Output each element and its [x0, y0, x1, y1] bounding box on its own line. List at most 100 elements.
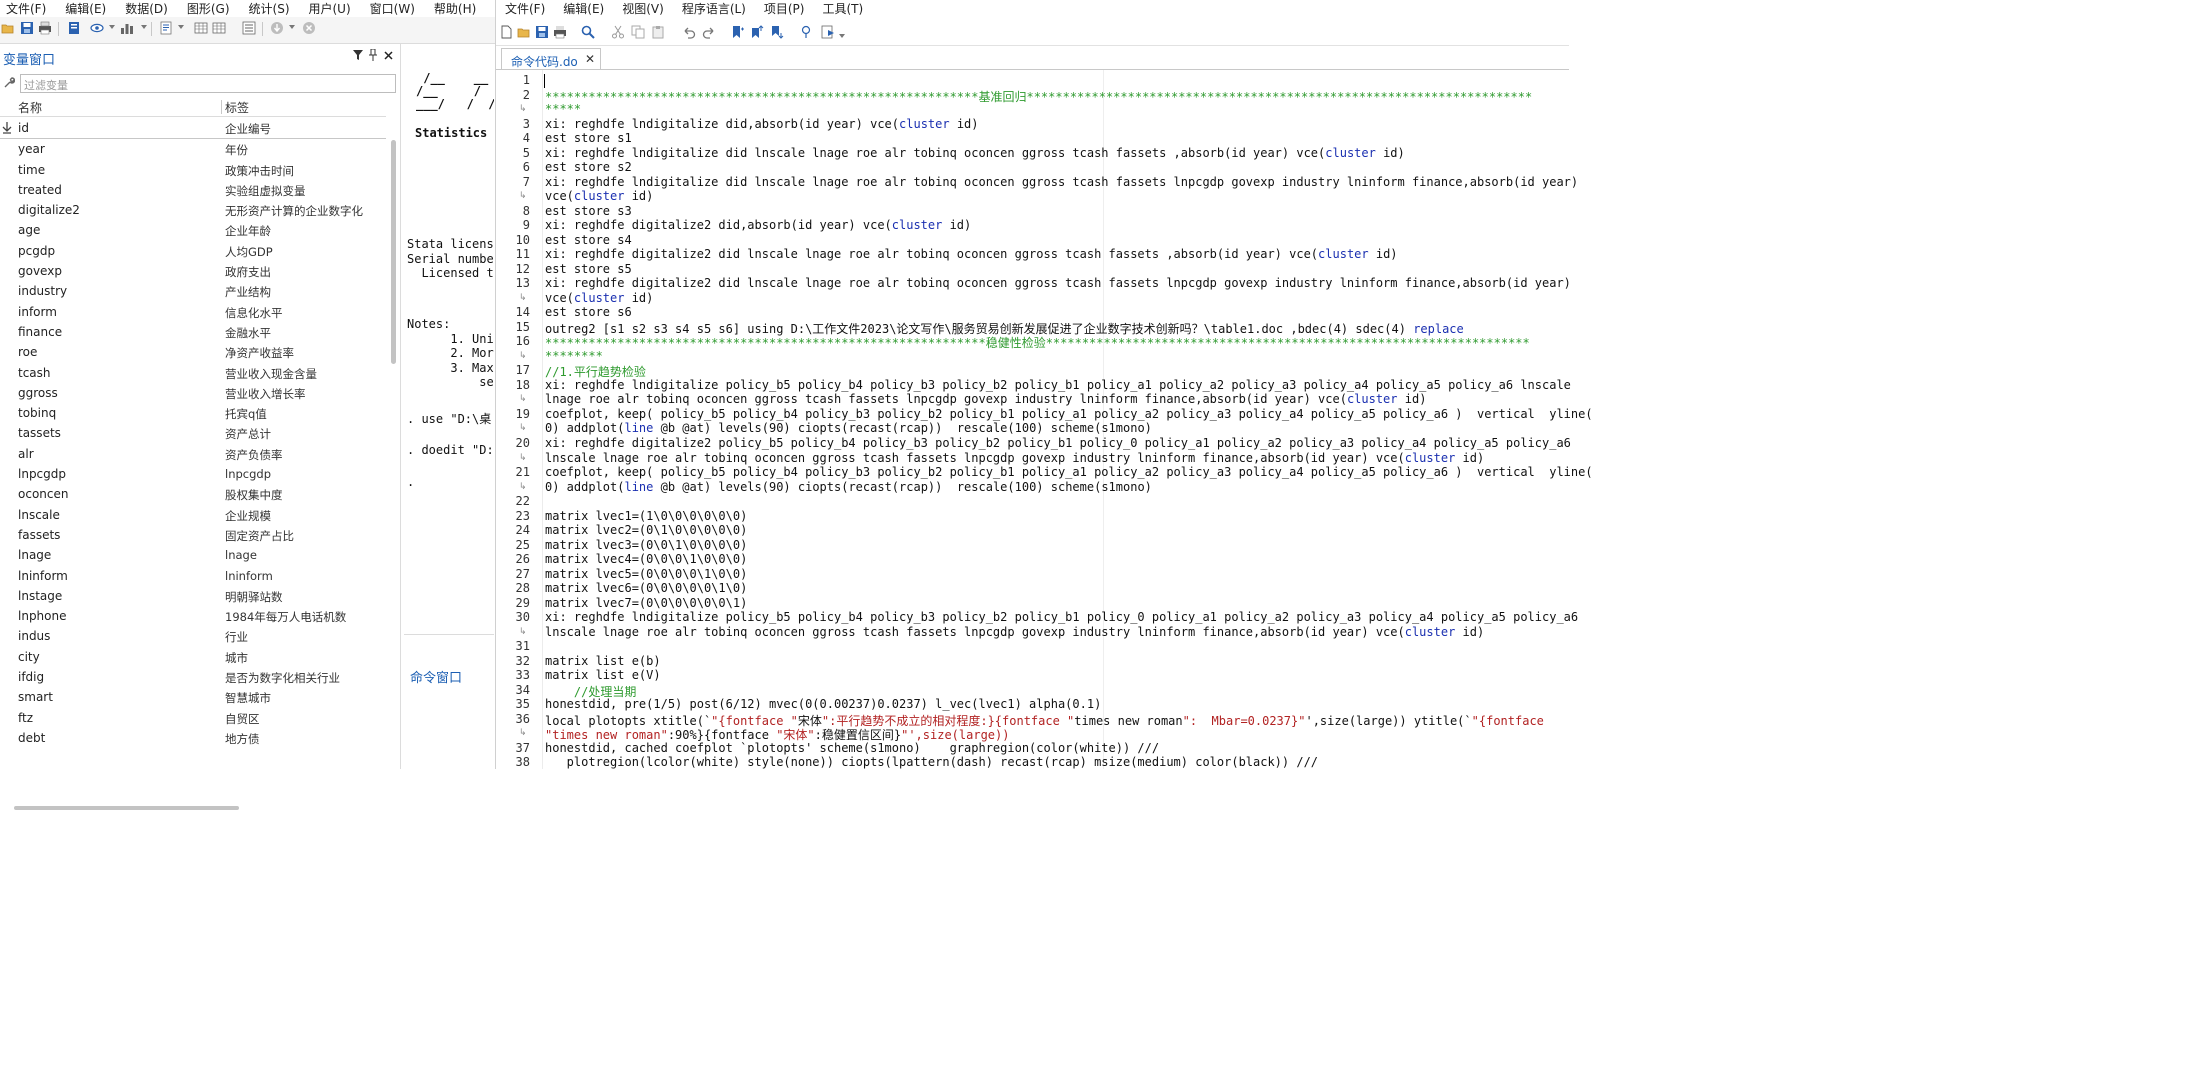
- variable-row[interactable]: pcgdp 人均GDP: [0, 241, 386, 261]
- variable-row[interactable]: treated 实验组虚拟变量: [0, 180, 386, 200]
- variable-row[interactable]: finance 金融水平: [0, 322, 386, 342]
- stata-menu-4[interactable]: 统计(S): [249, 0, 290, 17]
- code-line: xi: reghdfe digitalize2 did,absorb(id ye…: [545, 218, 972, 233]
- close-icon[interactable]: [384, 51, 393, 60]
- more-icon[interactable]: [270, 21, 284, 35]
- code-line: xi: reghdfe lndigitalize did lnscale lna…: [545, 145, 1405, 160]
- variable-row[interactable]: inform 信息化水平: [0, 302, 386, 322]
- execute-do-icon[interactable]: [821, 25, 835, 39]
- command-window-title[interactable]: 命令窗口: [410, 667, 462, 686]
- editor-menu-5[interactable]: 工具(T): [822, 0, 863, 17]
- stata-menu-0[interactable]: 文件(F): [6, 0, 46, 17]
- next-bookmark-icon[interactable]: [770, 25, 784, 39]
- variable-row[interactable]: lnstage 明朝驿站数: [0, 586, 386, 606]
- variable-row[interactable]: tcash 营业收入现金含量: [0, 363, 386, 383]
- variable-row[interactable]: digitalize2 无形资产计算的企业数字化: [0, 200, 386, 220]
- code-line: xi: reghdfe digitalize2 policy_b5 policy…: [545, 436, 1571, 450]
- editor-menu-0[interactable]: 文件(F): [505, 0, 545, 17]
- wrap-marker-icon: ↳: [519, 191, 527, 202]
- open-folder-icon[interactable]: [1, 21, 15, 35]
- variable-row[interactable]: industry 产业结构: [0, 281, 386, 301]
- stata-menu-6[interactable]: 窗口(W): [370, 0, 415, 17]
- editor-menu-4[interactable]: 项目(P): [764, 0, 805, 17]
- variable-row[interactable]: lnphone 1984年每万人电话机数: [0, 606, 386, 626]
- pin-icon[interactable]: [369, 49, 377, 61]
- code-line: matrix lvec2=(0\1\0\0\0\0\0): [545, 523, 748, 538]
- variable-row[interactable]: time 政策冲击时间: [0, 160, 386, 180]
- variable-row[interactable]: lninform lninform: [0, 566, 386, 586]
- viewer-icon[interactable]: [90, 21, 104, 35]
- data-browser-icon[interactable]: [212, 21, 226, 35]
- stata-menu-1[interactable]: 编辑(E): [65, 0, 106, 17]
- variable-row[interactable]: indus 行业: [0, 626, 386, 646]
- variable-row[interactable]: debt 地方债: [0, 728, 386, 748]
- variable-row[interactable]: id 企业编号: [0, 118, 386, 140]
- variable-row[interactable]: fassets 固定资产占比: [0, 525, 386, 545]
- editor-menu-3[interactable]: 程序语言(L): [682, 0, 746, 17]
- do-file-editor-icon[interactable]: [159, 21, 173, 35]
- variable-row[interactable]: year 年份: [0, 139, 386, 159]
- variable-label: 资产总计: [225, 427, 271, 442]
- editor-menu-2[interactable]: 视图(V): [622, 0, 664, 17]
- variable-row[interactable]: age 企业年龄: [0, 220, 386, 240]
- variable-row[interactable]: tobinq 托宾q值: [0, 403, 386, 423]
- variable-label: 智慧城市: [225, 691, 271, 706]
- show-file-in-viewer-icon[interactable]: [799, 25, 813, 39]
- stata-menu-3[interactable]: 图形(G): [187, 0, 230, 17]
- variable-row[interactable]: ifdig 是否为数字化相关行业: [0, 667, 386, 687]
- print-icon[interactable]: [38, 21, 52, 35]
- variable-row[interactable]: alr 资产负债率: [0, 444, 386, 464]
- paste-icon[interactable]: [651, 25, 665, 39]
- variable-name: lnscale: [18, 507, 60, 522]
- undo-icon[interactable]: [682, 25, 696, 39]
- new-file-icon[interactable]: [499, 25, 513, 39]
- variable-row[interactable]: lnscale 企业规模: [0, 505, 386, 525]
- wrench-icon[interactable]: [3, 77, 15, 89]
- tab-do-file[interactable]: 命令代码.do ✕: [501, 48, 601, 70]
- find-icon[interactable]: [581, 25, 595, 39]
- variable-row[interactable]: tassets 资产总计: [0, 423, 386, 443]
- code-line: est store s1: [545, 131, 632, 146]
- column-header-label[interactable]: 标签: [225, 99, 249, 116]
- save-icon[interactable]: [535, 25, 549, 39]
- column-header-name[interactable]: 名称: [18, 99, 42, 116]
- previous-bookmark-icon[interactable]: [750, 25, 764, 39]
- vertical-scrollbar[interactable]: [391, 140, 396, 364]
- cut-icon[interactable]: [611, 25, 625, 39]
- stata-menu-5[interactable]: 用户(U): [309, 0, 351, 17]
- variable-row[interactable]: lnage lnage: [0, 545, 386, 565]
- wrap-marker-icon: ↳: [519, 292, 527, 303]
- results-doedit-command: . doedit "D:: [407, 443, 494, 457]
- variable-row[interactable]: city 城市: [0, 647, 386, 667]
- data-editor-icon[interactable]: [194, 21, 208, 35]
- break-icon[interactable]: [302, 21, 316, 35]
- variable-row[interactable]: lnpcgdp lnpcgdp: [0, 464, 386, 484]
- variable-row[interactable]: smart 智慧城市: [0, 687, 386, 707]
- variable-row[interactable]: ftz 自贸区: [0, 708, 386, 728]
- variables-manager-icon[interactable]: [242, 21, 256, 35]
- code-line: xi: reghdfe lndigitalize policy_b5 polic…: [545, 377, 1571, 392]
- close-tab-icon[interactable]: ✕: [585, 52, 595, 66]
- save-icon[interactable]: [20, 21, 34, 35]
- filter-variables-input[interactable]: 过滤变量: [20, 74, 396, 93]
- results-window: /__ __ / /__ / / ___/ / / Statistics Sta…: [404, 44, 494, 634]
- log-icon[interactable]: [67, 21, 81, 35]
- variable-row[interactable]: roe 净资产收益率: [0, 342, 386, 362]
- horizontal-scrollbar[interactable]: [14, 806, 239, 810]
- redo-icon[interactable]: [702, 25, 716, 39]
- stata-menu-2[interactable]: 数据(D): [125, 0, 168, 17]
- variable-row[interactable]: govexp 政府支出: [0, 261, 386, 281]
- toggle-bookmark-icon[interactable]: [730, 25, 744, 39]
- editor-menu-1[interactable]: 编辑(E): [563, 0, 604, 17]
- variable-name: tassets: [18, 426, 61, 441]
- code-line: vce(cluster id): [545, 189, 654, 204]
- variable-row[interactable]: ggross 营业收入增长率: [0, 383, 386, 403]
- variable-name: id: [18, 121, 29, 135]
- open-folder-icon[interactable]: [517, 25, 531, 39]
- filter-icon[interactable]: [353, 49, 363, 61]
- graph-icon[interactable]: [120, 21, 134, 35]
- copy-icon[interactable]: [631, 25, 645, 39]
- stata-menu-7[interactable]: 帮助(H): [434, 0, 476, 17]
- variable-row[interactable]: oconcen 股权集中度: [0, 484, 386, 504]
- print-icon[interactable]: [553, 25, 567, 39]
